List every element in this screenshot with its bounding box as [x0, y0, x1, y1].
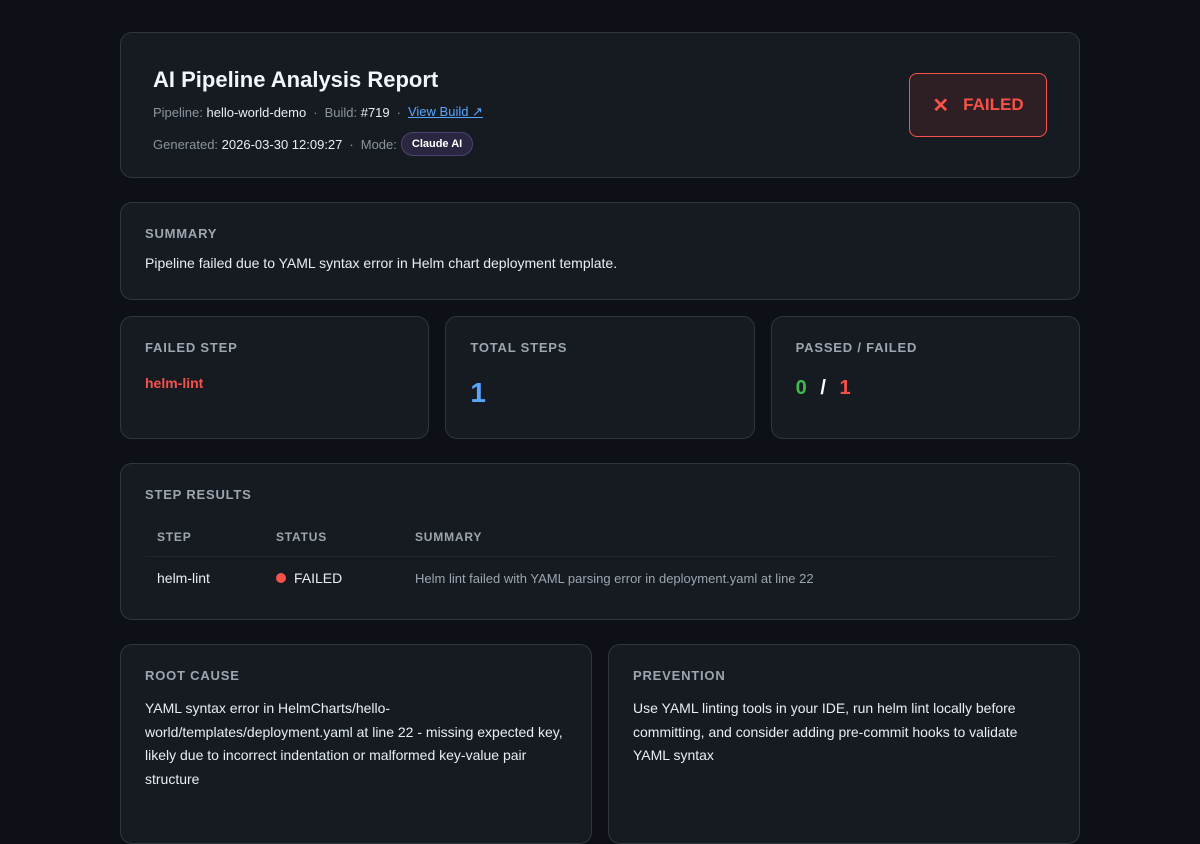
report-header: AI Pipeline Analysis Report Pipeline: he…: [120, 32, 1080, 178]
total-steps-card: TOTAL STEPS 1: [445, 316, 755, 439]
step-results-card: STEP RESULTS STEP STATUS SUMMARY helm-li…: [120, 463, 1080, 620]
separator: /: [820, 377, 826, 399]
step-summary: Helm lint failed with YAML parsing error…: [415, 570, 814, 586]
section-title: ROOT CAUSE: [145, 668, 240, 683]
build-number: #719: [360, 104, 390, 120]
step-results-table: STEP STATUS SUMMARY helm-lint FAILED Hel…: [145, 522, 1055, 599]
table-row: helm-lint FAILED Helm lint failed with Y…: [145, 557, 1055, 600]
section-title: PREVENTION: [633, 668, 726, 683]
passed-failed-card: PASSED / FAILED 0 / 1: [770, 316, 1080, 439]
root-cause-text: YAML syntax error in HelmCharts/hello-wo…: [145, 700, 563, 787]
generated-time: 2026-03-30 12:09:27: [221, 136, 343, 152]
section-title: SUMMARY: [145, 226, 218, 241]
summary-card: SUMMARY Pipeline failed due to YAML synt…: [120, 202, 1080, 300]
status-badge: ✕ FAILED: [909, 73, 1047, 137]
stat-label: TOTAL STEPS: [470, 340, 568, 355]
pipeline-label: Pipeline:: [153, 104, 203, 120]
failed-step-card: FAILED STEP helm-lint: [120, 316, 430, 439]
stats-row: FAILED STEP helm-lint TOTAL STEPS 1 PASS…: [120, 316, 1080, 439]
pipeline-name: hello-world-demo: [206, 104, 307, 120]
column-header: SUMMARY: [403, 522, 1055, 557]
section-title: STEP RESULTS: [145, 487, 252, 502]
prevention-text: Use YAML linting tools in your IDE, run …: [633, 700, 1018, 763]
root-cause-card: ROOT CAUSE YAML syntax error in HelmChar…: [120, 644, 592, 844]
separator: ·: [313, 104, 318, 120]
failed-step-value: helm-lint: [145, 375, 204, 391]
separator: ·: [396, 104, 401, 120]
step-status: FAILED: [264, 557, 403, 600]
analysis-row: ROOT CAUSE YAML syntax error in HelmChar…: [120, 644, 1080, 844]
view-build-link[interactable]: View Build ↗: [408, 104, 483, 120]
build-label: Build:: [324, 104, 358, 120]
mode-label: Mode:: [360, 136, 397, 152]
status-dot-icon: [276, 573, 286, 583]
step-name: helm-lint: [157, 570, 210, 586]
mode-badge: Claude AI: [400, 132, 474, 156]
summary-text: Pipeline failed due to YAML syntax error…: [145, 255, 618, 271]
generated-meta: Generated: 2026-03-30 12:09:27 · Mode: C…: [153, 132, 1047, 156]
stat-label: FAILED STEP: [145, 340, 238, 355]
prevention-card: PREVENTION Use YAML linting tools in you…: [608, 644, 1080, 844]
close-icon: ✕: [932, 94, 950, 117]
report: AI Pipeline Analysis Report Pipeline: he…: [120, 32, 1080, 844]
status-text: FAILED: [294, 570, 343, 586]
passed-count: 0: [795, 377, 807, 399]
column-header: STEP: [145, 522, 264, 557]
generated-label: Generated:: [153, 136, 219, 152]
stat-label: PASSED / FAILED: [795, 340, 918, 355]
passed-failed-value: 0 / 1: [796, 377, 1055, 400]
failed-count: 1: [839, 377, 851, 399]
separator: ·: [349, 136, 354, 152]
column-header: STATUS: [264, 522, 403, 557]
total-steps-value: 1: [470, 377, 486, 408]
status-label: FAILED: [963, 95, 1024, 114]
